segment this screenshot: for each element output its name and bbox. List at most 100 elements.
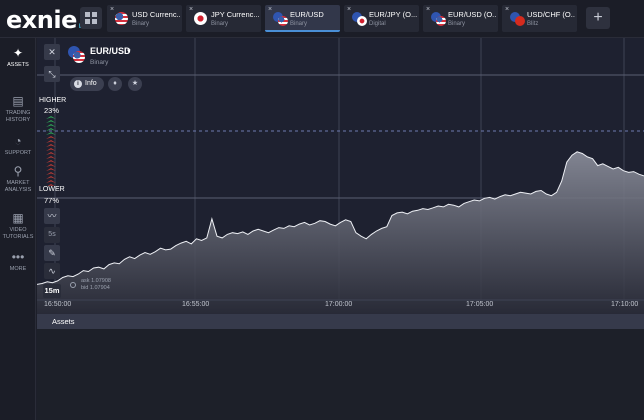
close-tab-icon[interactable]: × xyxy=(110,6,114,13)
sidebar-item-label: VIDEO TUTORIALS xyxy=(2,227,34,240)
sentiment-tick xyxy=(46,144,56,147)
grid-icon xyxy=(85,12,90,17)
tab-name: EUR/JPY (O... xyxy=(369,10,417,19)
close-tab-icon[interactable]: × xyxy=(426,6,430,13)
sentiment-tick xyxy=(46,148,56,151)
asset-selector[interactable]: EUR/USD xyxy=(90,46,131,56)
sidebar-item-label: MARKET ANALYSIS xyxy=(4,180,32,193)
info-button[interactable]: i Info xyxy=(70,77,104,91)
top-bar: exnie. × USD Currenc... Binary × JPY Currenc… xyxy=(0,0,644,38)
tab-kind: Binary xyxy=(290,21,308,27)
lower-label: LOWER xyxy=(39,186,65,193)
sidebar-item-label: MORE xyxy=(9,266,27,272)
sentiment-tick xyxy=(46,176,56,179)
close-tab-icon[interactable]: × xyxy=(505,6,509,13)
tab-kind: Binary xyxy=(211,21,229,27)
sentiment-tick xyxy=(46,156,56,159)
sidebar-item-label: ASSETS xyxy=(7,62,29,68)
more-icon: ••• xyxy=(11,250,25,264)
video-icon: ▦ xyxy=(12,211,24,225)
tab-kind: Binary xyxy=(448,21,466,27)
tab-kind: Binary xyxy=(132,21,150,27)
close-tab-icon[interactable]: × xyxy=(268,6,272,13)
sidebar-item-support[interactable]: ◔ SUPPORT xyxy=(0,134,36,157)
assets-icon: ✦ xyxy=(12,46,24,60)
price-area xyxy=(37,151,644,314)
sentiment-tick xyxy=(46,152,56,155)
tab-name: EUR/USD xyxy=(290,10,324,19)
pair-flag-icon xyxy=(431,12,446,26)
tab-0[interactable]: × USD Currenc... Binary xyxy=(107,5,182,32)
draw-tool-button[interactable]: ✎ xyxy=(44,245,60,261)
grid-view-button[interactable] xyxy=(80,7,102,29)
tab-name: JPY Currenc... xyxy=(211,10,259,19)
sidebar-item-trading-history[interactable]: ▤ TRADING HISTORY xyxy=(0,94,36,123)
bid-value: bid 1.07904 xyxy=(81,285,110,291)
higher-label: HIGHER xyxy=(39,97,67,104)
info-icon: i xyxy=(74,80,82,88)
assets-panel-header[interactable]: Assets xyxy=(37,314,644,329)
sidebar: ✦ ASSETS ▤ TRADING HISTORY ◔ SUPPORT ⚲ MARKET A… xyxy=(0,38,36,420)
sidebar-item-assets[interactable]: ✦ ASSETS xyxy=(0,46,36,69)
time-tick-label: 16:50:00 xyxy=(44,301,72,308)
tab-name: USD Currenc... xyxy=(132,10,180,19)
history-icon: ▤ xyxy=(12,94,24,108)
quote-icon xyxy=(70,282,76,288)
close-tab-icon[interactable]: × xyxy=(347,6,351,13)
chevron-down-icon[interactable]: ▾ xyxy=(127,47,131,55)
time-tick-label: 17:00:00 xyxy=(325,301,353,308)
sidebar-item-market-analysis[interactable]: ⚲ MARKET ANALYSIS xyxy=(0,164,36,193)
us-flag-icon xyxy=(115,12,128,25)
trading-app: exnie. × USD Currenc... Binary × JPY Currenc… xyxy=(0,0,644,420)
interval-button[interactable]: 5s xyxy=(44,227,60,243)
sentiment-tick xyxy=(46,120,56,123)
assets-panel-title: Assets xyxy=(52,317,75,326)
sentiment-tick xyxy=(46,124,56,127)
lower-percent: 77% xyxy=(44,196,60,205)
tab-4[interactable]: × EUR/USD (O... Binary xyxy=(423,5,498,32)
higher-percent: 23% xyxy=(44,106,60,115)
sentiment-tick xyxy=(46,116,56,119)
tab-name: EUR/USD (O... xyxy=(448,10,496,19)
add-tab-button[interactable]: + xyxy=(586,7,610,29)
support-icon: ◔ xyxy=(14,134,22,148)
close-tab-icon[interactable]: × xyxy=(189,6,193,13)
pair-flag-icon xyxy=(510,12,525,26)
sentiment-tick xyxy=(46,164,56,167)
tab-1[interactable]: × JPY Currenc... Binary xyxy=(186,5,261,32)
sentiment-tick xyxy=(46,128,56,131)
pair-flag-icon xyxy=(352,12,367,26)
tab-2[interactable]: × EUR/USD Binary xyxy=(265,5,340,32)
jp-flag-icon xyxy=(194,12,207,25)
star-icon[interactable]: ★ xyxy=(128,77,142,91)
sentiment-tick xyxy=(46,180,56,183)
sidebar-item-video-tutorials[interactable]: ▦ VIDEO TUTORIALS xyxy=(0,211,36,240)
quote-readout: ask 1.07908 bid 1.07904 xyxy=(81,278,111,292)
sidebar-item-more[interactable]: ••• MORE xyxy=(0,250,36,273)
bell-icon[interactable]: ♦ xyxy=(108,77,122,91)
shrink-chart-button[interactable]: ⤡ xyxy=(44,66,60,82)
logo[interactable]: exnie. xyxy=(6,6,86,34)
sidebar-item-label: SUPPORT xyxy=(4,150,32,156)
tab-3[interactable]: × EUR/JPY (O... Digital xyxy=(344,5,419,32)
close-chart-button[interactable]: ✕ xyxy=(44,44,60,60)
tab-name: USD/CHF (O... xyxy=(527,10,575,19)
pair-flag-icon xyxy=(273,12,288,26)
indicators-button[interactable]: 〰 xyxy=(44,208,60,224)
analysis-icon: ⚲ xyxy=(13,164,23,178)
sentiment-tick xyxy=(46,140,56,143)
sidebar-item-label: TRADING HISTORY xyxy=(5,110,31,123)
sentiment-tick xyxy=(46,172,56,175)
tab-kind: Digital xyxy=(369,21,386,27)
tab-5[interactable]: × USD/CHF (O... Blitz xyxy=(502,5,577,32)
tab-kind: Blitz xyxy=(527,21,539,27)
chart-type-button[interactable]: ∿ xyxy=(44,263,60,279)
ask-value: ask 1.07908 xyxy=(81,278,111,284)
assets-panel xyxy=(37,329,644,420)
sentiment-tick xyxy=(46,168,56,171)
expiry-button[interactable]: 15m xyxy=(43,284,61,298)
time-tick-label: 17:10:00 xyxy=(611,301,639,308)
sentiment-tick xyxy=(46,136,56,139)
eur-usd-flag-icon xyxy=(68,46,85,63)
time-tick-label: 17:05:00 xyxy=(466,301,494,308)
